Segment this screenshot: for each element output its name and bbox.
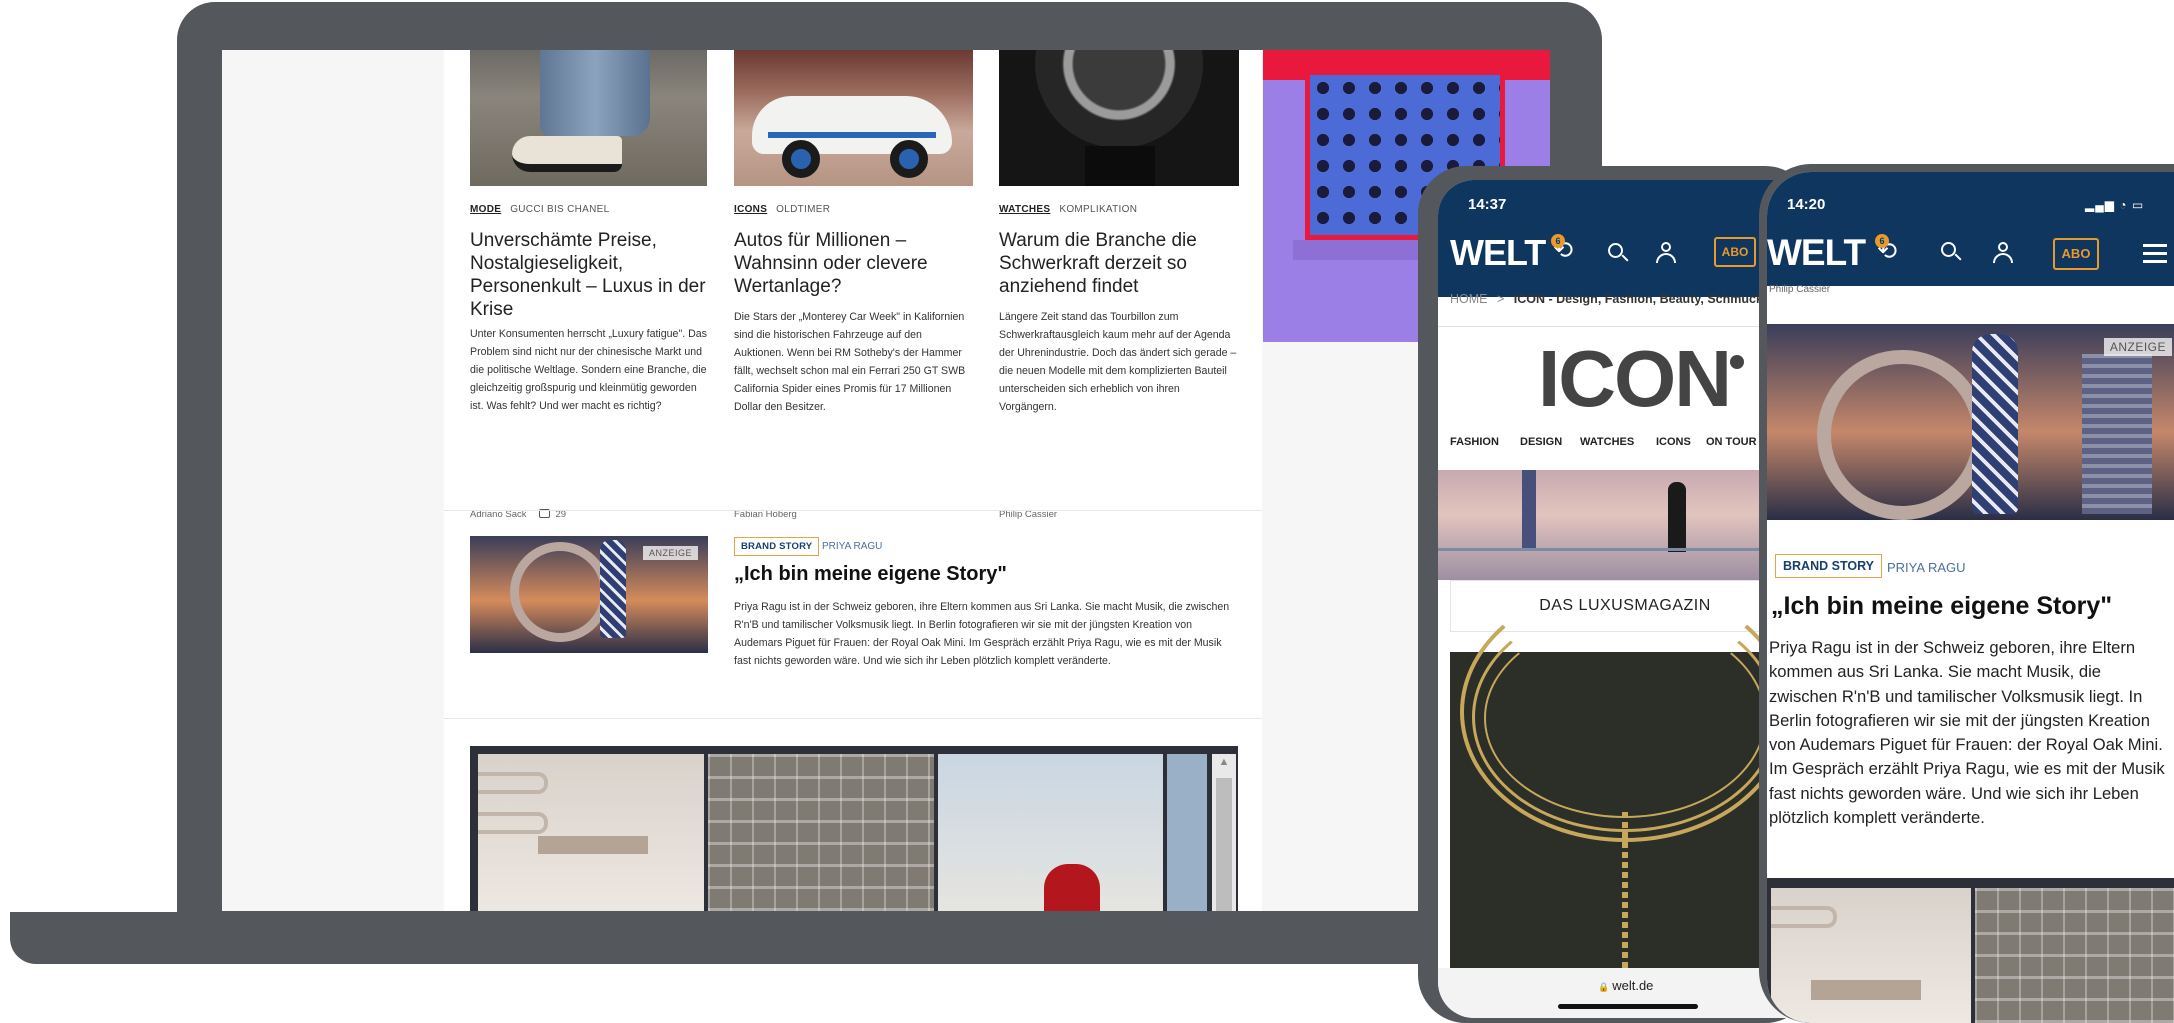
subcategory-tag[interactable]: GUCCI BIS CHANEL	[510, 204, 609, 215]
welt-logo[interactable]: WELT	[1450, 232, 1546, 274]
brand-story-headline[interactable]: „Ich bin meine eigene Story"	[1771, 592, 2112, 621]
section-logo-text: ICON	[1538, 334, 1732, 423]
browser-bottom-bar: 🔒 welt.de	[1438, 968, 1813, 1018]
user-icon[interactable]	[1991, 242, 2015, 266]
article-headline[interactable]: Autos für Millionen – Wahnsinn oder clev…	[734, 229, 974, 298]
user-icon[interactable]	[1654, 242, 1678, 266]
nav-on-tour[interactable]: ON TOUR	[1706, 436, 1757, 448]
home-indicator[interactable]	[1558, 1004, 1698, 1009]
brand-story-badge: BRAND STORY	[734, 537, 820, 556]
status-time: 14:20	[1787, 196, 1826, 213]
search-icon[interactable]	[1941, 242, 1963, 264]
menu-icon[interactable]	[2143, 244, 2167, 264]
image-caption: Philip Cassier	[1767, 285, 2174, 298]
brand-story-teaser: Priya Ragu ist in der Schweiz geboren, i…	[734, 601, 1230, 667]
breadcrumb-home[interactable]: HOME	[1450, 292, 1488, 306]
article-teaser: Unter Konsumenten herrscht „Luxury fatig…	[470, 328, 707, 412]
welt-logo[interactable]: WELT	[1767, 232, 1866, 274]
gallery-image[interactable]	[1167, 754, 1207, 911]
category-tag[interactable]: WATCHES	[999, 204, 1050, 215]
nav-icons[interactable]: ICONS	[1656, 436, 1691, 448]
hero-image[interactable]	[1438, 470, 1813, 580]
article-category[interactable]: WATCHES KOMPLIKATION	[999, 204, 1137, 215]
icon-section-logo[interactable]: ICON	[1538, 333, 1744, 425]
search-icon[interactable]	[1608, 243, 1630, 265]
article-teaser: Die Stars der „Monterey Car Week" in Kal…	[734, 311, 966, 413]
notification-badge: 6	[1875, 234, 1889, 248]
breadcrumb-separator-icon: >	[1496, 292, 1505, 306]
ad-label: ANZEIGE	[642, 546, 698, 560]
brand-story-image[interactable]: ANZEIGE	[470, 536, 708, 653]
brand-story-sponsor[interactable]: PRIYA RAGU	[822, 541, 882, 552]
divider	[1438, 326, 1813, 327]
gallery-image[interactable]	[1975, 888, 2174, 1023]
gallery-image[interactable]	[1771, 888, 1971, 1023]
status-signal-icon: ▂▄▆ ◔ ▭	[2085, 198, 2145, 212]
brand-story-sponsor[interactable]: PRIYA RAGU	[1887, 560, 1966, 575]
category-tag[interactable]: MODE	[470, 204, 501, 215]
scroll-up-icon[interactable]: ▲	[1212, 756, 1236, 772]
gallery-image[interactable]	[938, 754, 1163, 911]
article-image-watch[interactable]	[999, 50, 1239, 186]
site-header: 14:20 ▂▄▆ ◔ ▭ WELT ⟲ 6 ABO	[1767, 172, 2174, 287]
divider	[444, 510, 1262, 511]
ad-label: ANZEIGE	[2103, 338, 2172, 356]
nav-fashion[interactable]: FASHION	[1450, 436, 1499, 448]
brand-story-image[interactable]: ANZEIGE	[1767, 324, 2174, 520]
article-headline[interactable]: Unverschämte Preise, Nostalgieseligkeit,…	[470, 229, 710, 321]
tablet-screen: 14:37 WELT ⟲ 6 ABO HOME > ICON - Design,…	[1438, 180, 1813, 1018]
status-time: 14:37	[1468, 196, 1507, 213]
brand-story-body: Priya Ragu ist in der Schweiz geboren, i…	[1769, 638, 2165, 828]
url-bar[interactable]: 🔒 welt.de	[1598, 978, 1653, 993]
abo-button[interactable]: ABO	[2053, 238, 2099, 270]
article-headline[interactable]: Warum die Branche die Schwerkraft derzei…	[999, 229, 1239, 298]
nav-watches[interactable]: WATCHES	[1580, 436, 1634, 448]
article-image-fashion[interactable]	[470, 50, 707, 186]
scrollbar-thumb[interactable]	[1216, 778, 1232, 911]
breadcrumb-current[interactable]: ICON - Design, Fashion, Beauty, Schmuck …	[1514, 292, 1774, 306]
breadcrumb: HOME > ICON - Design, Fashion, Beauty, S…	[1450, 292, 1774, 306]
subcategory-tag[interactable]: KOMPLIKATION	[1059, 204, 1137, 215]
brand-story-badge: BRAND STORY	[1775, 554, 1882, 578]
device-mockup-stage: MODE GUCCI BIS CHANEL Unverschämte Preise…	[0, 0, 2174, 1023]
divider	[444, 718, 1262, 719]
phone-screen: 14:20 ▂▄▆ ◔ ▭ WELT ⟲ 6 ABO Philip Cassie…	[1767, 172, 2174, 1023]
article-category[interactable]: MODE GUCCI BIS CHANEL	[470, 204, 609, 215]
gallery-image[interactable]	[708, 754, 934, 911]
brand-story-headline[interactable]: „Ich bin meine eigene Story"	[734, 563, 1007, 586]
url-text: welt.de	[1612, 978, 1654, 993]
subcategory-tag[interactable]: OLDTIMER	[776, 204, 830, 215]
gallery-image[interactable]	[478, 754, 704, 911]
image-gallery[interactable]: ▲	[470, 746, 1238, 911]
site-header: 14:37 WELT ⟲ 6 ABO	[1438, 180, 1813, 297]
lock-icon: 🔒	[1598, 982, 1610, 992]
logo-dot	[1730, 355, 1744, 369]
abo-button[interactable]: ABO	[1714, 237, 1756, 267]
nav-design[interactable]: DESIGN	[1520, 436, 1562, 448]
article-category[interactable]: ICONS OLDTIMER	[734, 204, 830, 215]
category-tag[interactable]: ICONS	[734, 204, 767, 215]
article-teaser: Längere Zeit stand das Tourbillon zum Sc…	[999, 311, 1237, 413]
image-gallery[interactable]	[1767, 878, 2174, 1023]
laptop-screen: MODE GUCCI BIS CHANEL Unverschämte Preise…	[222, 50, 1550, 911]
article-image-porsche[interactable]	[734, 50, 973, 186]
notification-badge: 6	[1551, 234, 1565, 248]
